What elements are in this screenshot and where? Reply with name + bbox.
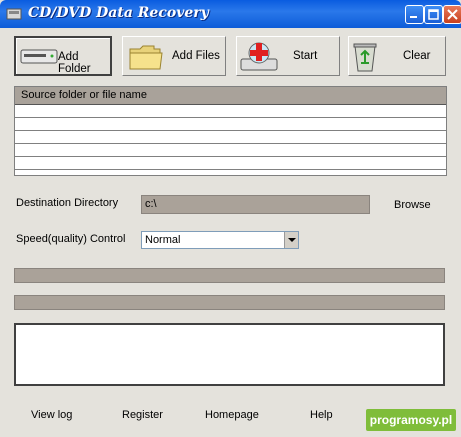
view-log-link[interactable]: View log <box>31 409 72 421</box>
progress-bar-1 <box>14 268 445 283</box>
list-row[interactable] <box>15 131 446 144</box>
source-list-header[interactable]: Source folder or file name <box>15 87 446 105</box>
start-button[interactable]: Start <box>236 36 340 76</box>
chevron-down-icon <box>288 238 296 242</box>
start-label: Start <box>293 50 318 62</box>
log-area[interactable] <box>14 323 445 386</box>
minimize-button[interactable] <box>405 5 424 24</box>
clear-label: Clear <box>403 50 431 62</box>
list-row[interactable] <box>15 144 446 157</box>
watermark: programosy.pl <box>366 409 456 431</box>
destination-label: Destination Directory <box>16 197 119 209</box>
add-files-button[interactable]: Add Files <box>122 36 226 76</box>
speed-selected-value: Normal <box>145 234 181 246</box>
close-button[interactable] <box>443 5 461 24</box>
close-icon <box>447 9 458 20</box>
recycle-bin-icon <box>353 43 377 72</box>
drive-icon <box>20 49 58 64</box>
speed-select[interactable]: Normal <box>141 231 299 249</box>
app-icon <box>6 8 22 20</box>
start-recovery-icon <box>240 42 278 71</box>
maximize-button[interactable] <box>424 5 443 24</box>
list-row[interactable] <box>15 105 446 118</box>
add-files-label: Add Files <box>172 50 220 62</box>
folder-icon <box>129 45 163 70</box>
help-link[interactable]: Help <box>310 409 333 421</box>
app-window: CD/DVD Data Recovery Add Folder Add File… <box>0 0 461 437</box>
add-folder-label: Add Folder <box>58 51 91 75</box>
progress-bar-2 <box>14 295 445 310</box>
source-list[interactable]: Source folder or file name <box>14 86 447 176</box>
homepage-link[interactable]: Homepage <box>205 409 259 421</box>
speed-label: Speed(quality) Control <box>16 233 126 245</box>
window-title: CD/DVD Data Recovery <box>28 5 209 21</box>
minimize-icon <box>410 16 417 18</box>
maximize-icon <box>428 9 439 20</box>
list-row[interactable] <box>15 118 446 131</box>
destination-field[interactable]: c:\ <box>141 195 370 214</box>
register-link[interactable]: Register <box>122 409 163 421</box>
title-bar: CD/DVD Data Recovery <box>0 0 461 28</box>
clear-button[interactable]: Clear <box>348 36 446 76</box>
list-row[interactable] <box>15 157 446 170</box>
dropdown-button[interactable] <box>284 232 298 248</box>
browse-link[interactable]: Browse <box>394 199 431 211</box>
add-folder-button[interactable]: Add Folder <box>14 36 112 76</box>
